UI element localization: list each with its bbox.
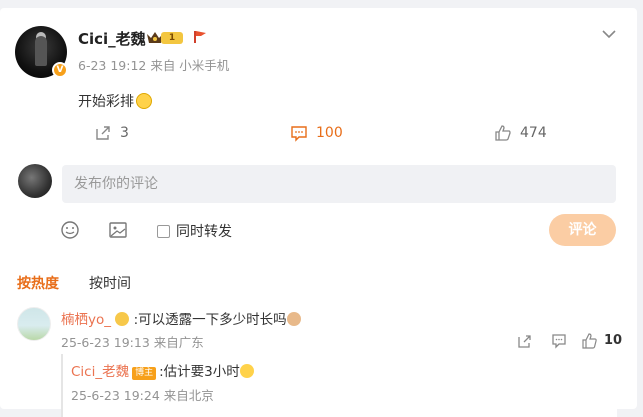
repost-icon (96, 126, 110, 140)
post-meta: 6-23 19:12 来自 小米手机 (78, 58, 230, 73)
comment-body: 楠栖yo_ :可以透露一下多少时长吗 (61, 308, 301, 328)
level-badge: 1 (161, 32, 183, 44)
checkbox-box[interactable] (157, 224, 170, 238)
sort-by-time-tab[interactable]: 按时间 (89, 273, 131, 293)
repost-checkbox-label: 同时转发 (176, 224, 232, 240)
reply-author[interactable]: Cici_老魏 (71, 364, 129, 380)
post-card: V Cici_老魏 1 6-23 19:12 来自 小米手机 开始彩排 3 10… (0, 8, 637, 417)
submit-comment-button[interactable]: 评论 (549, 214, 616, 246)
comment-repost-icon[interactable] (517, 333, 533, 349)
comment-meta: 25-6-23 19:13 来自广东 (61, 335, 204, 350)
repost-button[interactable]: 3 (94, 124, 129, 142)
pray-emoji-icon (136, 93, 152, 109)
comment-icon (291, 126, 307, 142)
comment-input[interactable]: 发布你的评论 (62, 165, 616, 203)
fan-badge-icon (115, 312, 130, 326)
like-count: 474 (520, 125, 547, 141)
comment-like-count: 10 (604, 333, 623, 348)
sort-by-hot-tab[interactable]: 按热度 (17, 273, 59, 293)
flag-icon (194, 31, 206, 43)
comment-text: :可以透露一下多少时长吗 (133, 312, 287, 328)
post-text: 开始彩排 (78, 91, 152, 111)
author-badge: 博主 (132, 367, 157, 380)
comment-like-icon[interactable] (582, 333, 598, 349)
comment-reply-icon[interactable] (551, 333, 567, 349)
comment-button[interactable]: 100 (290, 124, 343, 142)
thumbs-up-icon (495, 125, 511, 141)
like-button[interactable]: 474 (494, 124, 547, 142)
commenter-name[interactable]: 楠栖yo_ (61, 312, 111, 328)
commenter-avatar[interactable] (17, 307, 51, 341)
reply-body: Cici_老魏 博主:估计要3小时 (71, 360, 254, 380)
repost-count: 3 (120, 125, 129, 141)
reply-meta: 25-6-23 19:24 来自北京 (71, 388, 214, 403)
emoji-icon[interactable] (60, 220, 80, 240)
author-name[interactable]: Cici_老魏 (78, 28, 146, 49)
chevron-down-icon[interactable] (601, 28, 617, 40)
cat-emoji-icon (286, 312, 301, 326)
laugh-emoji-icon (239, 364, 254, 378)
repost-checkbox[interactable]: 同时转发 (157, 221, 232, 241)
reply-text: :估计要3小时 (159, 364, 240, 380)
image-icon[interactable] (108, 220, 128, 240)
current-user-avatar (18, 164, 52, 198)
verified-badge: V (52, 62, 68, 78)
comment-count: 100 (316, 125, 343, 141)
